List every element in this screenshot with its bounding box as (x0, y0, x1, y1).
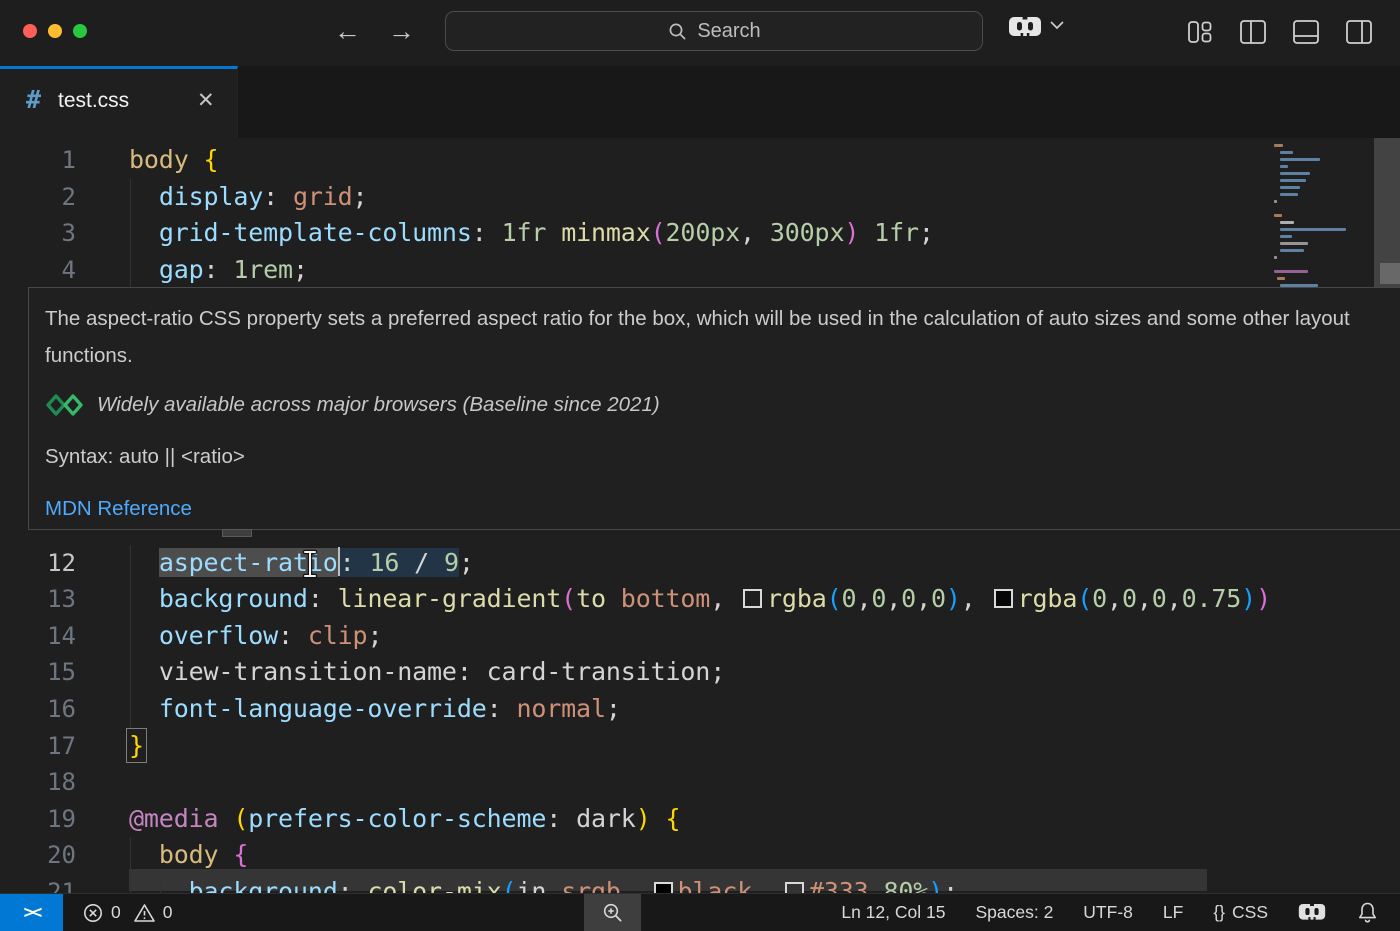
chevron-down-icon[interactable] (1048, 18, 1066, 32)
color-swatch (994, 589, 1013, 608)
tooltip-description: The aspect-ratio CSS property sets a pre… (45, 301, 1380, 374)
toggle-secondary-sidebar-button[interactable] (1345, 17, 1373, 47)
minimap-line (1280, 151, 1293, 154)
line-number: 16 (0, 691, 76, 728)
scrollbar-notch (1380, 263, 1400, 284)
minimap-line (1280, 186, 1300, 189)
minimap-line (1280, 158, 1320, 161)
back-arrow-icon[interactable]: ← (334, 13, 361, 49)
tooltip-baseline-text: Widely available across major browsers (… (97, 390, 660, 420)
indentation-item[interactable]: Spaces: 2 (960, 902, 1068, 923)
code-line: background: color-mix(in srgb, black, #3… (129, 874, 958, 893)
copilot-icon[interactable] (1008, 15, 1042, 41)
warning-count: 0 (163, 902, 173, 923)
minimap-line (1280, 172, 1310, 175)
code-line: } (129, 728, 144, 765)
css-file-icon: # (26, 85, 41, 114)
line-number: 21 (0, 874, 76, 893)
minimap-line (1280, 228, 1346, 231)
baseline-widely-available-icon (45, 393, 85, 417)
forward-arrow-icon[interactable]: → (388, 13, 415, 49)
minimap-line (1274, 256, 1277, 259)
line-number: 18 (0, 764, 76, 801)
line-number: 14 (0, 618, 76, 655)
code-line: body { (129, 142, 218, 179)
vscode-window: ← → Search (0, 0, 1400, 931)
toggle-panel-button[interactable] (1292, 17, 1320, 47)
line-number: 1 (0, 142, 76, 179)
code-line: grid-template-columns: 1fr minmax(200px,… (129, 215, 934, 252)
status-bar: >< 0 0 Ln 12, Col 15 (0, 893, 1400, 931)
search-label: Search (697, 20, 760, 43)
hover-tooltip: The aspect-ratio CSS property sets a pre… (28, 287, 1400, 530)
line-number: 13 (0, 581, 76, 618)
error-count: 0 (111, 902, 121, 923)
line-number: 19 (0, 801, 76, 838)
toggle-sidebar-button[interactable] (1239, 17, 1267, 47)
line-number: 12 (0, 545, 76, 582)
line-number: 15 (0, 654, 76, 691)
errors-icon (82, 902, 104, 924)
remote-indicator[interactable]: >< (0, 894, 63, 931)
mdn-reference-link[interactable]: MDN Reference (45, 494, 192, 524)
minimap-line (1280, 242, 1308, 245)
line-number: 2 (0, 179, 76, 216)
minimap-line (1274, 200, 1277, 203)
minimap-line (1274, 144, 1283, 147)
line-number: 17 (0, 728, 76, 765)
code-line: body { (129, 837, 248, 874)
cursor-position-item[interactable]: Ln 12, Col 15 (826, 902, 960, 923)
color-swatch (785, 882, 804, 893)
command-center-search[interactable]: Search (445, 11, 983, 51)
problems-item[interactable]: 0 0 (82, 894, 172, 931)
bell-icon (1356, 901, 1379, 925)
text-cursor-pointer (301, 548, 319, 580)
minimap-line (1280, 249, 1304, 252)
color-swatch (654, 882, 673, 893)
minimap-line (1280, 235, 1292, 238)
code-line: @media (prefers-color-scheme: dark) { (129, 801, 680, 838)
zoom-in-icon (601, 901, 625, 925)
minimap-line (1280, 221, 1294, 224)
code-line: view-transition-name: card-transition; (129, 654, 725, 691)
minimap-line (1280, 193, 1298, 196)
warnings-icon (133, 902, 156, 924)
minimap-line (1280, 165, 1288, 168)
code-line: gap: 1rem; (129, 252, 308, 289)
tooltip-baseline-row: Widely available across major browsers (… (45, 390, 1380, 420)
code-line: background: linear-gradient(to bottom, r… (129, 581, 1286, 618)
copilot-icon (1298, 902, 1326, 924)
tooltip-syntax: Syntax: auto || <ratio> (45, 442, 1380, 472)
minimap-line (1274, 214, 1282, 217)
zoom-level-item[interactable] (584, 894, 641, 931)
tab-bar: # test.css ✕ ⋯ (0, 66, 1400, 138)
minimize-window-button[interactable] (48, 24, 62, 38)
eol-item[interactable]: LF (1148, 902, 1198, 923)
minimap-line (1280, 179, 1306, 182)
customize-layout-button[interactable] (1187, 17, 1214, 47)
tab-test-css[interactable]: # test.css ✕ (0, 66, 238, 138)
title-bar: ← → Search (0, 0, 1400, 66)
notifications-item[interactable] (1341, 901, 1394, 925)
line-number: 4 (0, 252, 76, 289)
line-number: 3 (0, 215, 76, 252)
braces-icon: {} (1213, 902, 1225, 923)
minimap-line (1277, 277, 1285, 280)
close-tab-icon[interactable]: ✕ (197, 88, 215, 113)
maximize-window-button[interactable] (73, 24, 87, 38)
minimap-line (1274, 270, 1308, 273)
tab-label: test.css (58, 89, 129, 113)
code-line: display: grid; (129, 179, 367, 216)
tooltip-resize-grip[interactable] (222, 529, 252, 537)
close-window-button[interactable] (23, 24, 37, 38)
color-swatch (743, 589, 762, 608)
code-line: overflow: clip; (129, 618, 382, 655)
code-line: font-language-override: normal; (129, 691, 621, 728)
copilot-status-item[interactable] (1283, 902, 1341, 924)
encoding-item[interactable]: UTF-8 (1068, 902, 1148, 923)
language-mode-item[interactable]: {} CSS (1198, 902, 1283, 923)
search-icon (667, 21, 688, 42)
line-number: 20 (0, 837, 76, 874)
